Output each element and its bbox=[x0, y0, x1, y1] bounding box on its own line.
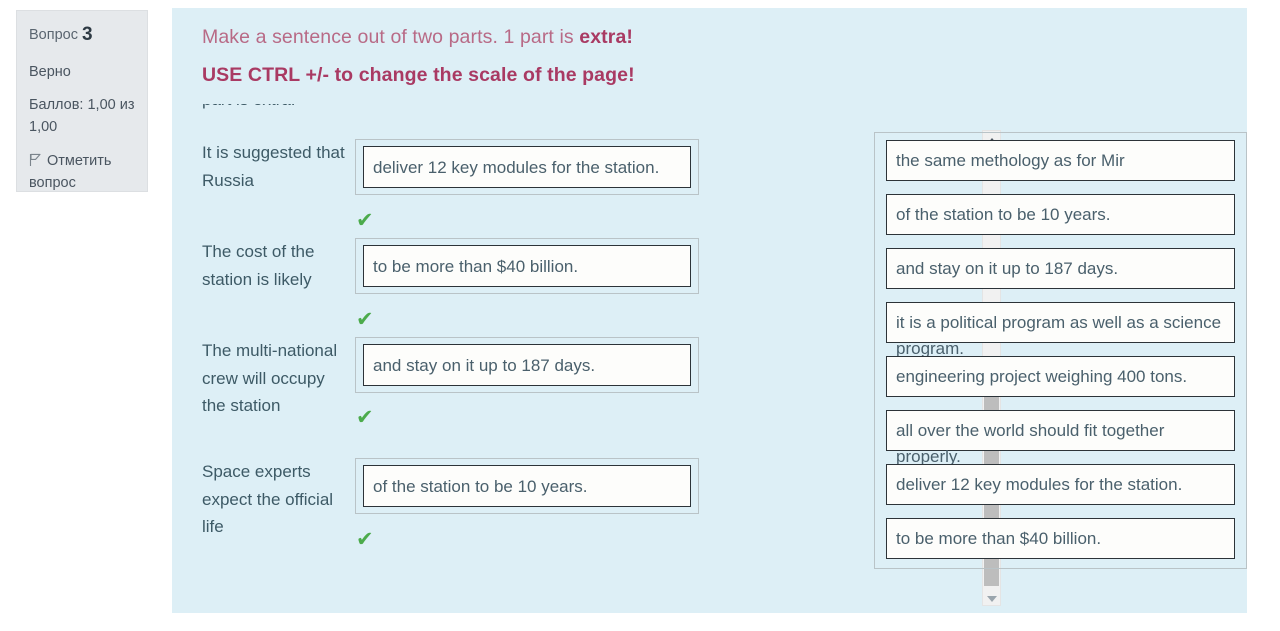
clipped-text-remnant: part is extra! bbox=[202, 104, 502, 126]
instruction-line-1: Make a sentence out of two parts. 1 part… bbox=[202, 26, 842, 49]
pair-stem: Space experts expect the official life bbox=[202, 462, 334, 537]
dropped-answer[interactable]: deliver 12 key modules for the station. bbox=[363, 146, 691, 188]
feedback-correct-icon: ✔ bbox=[356, 406, 374, 429]
instruction-emphasis: extra! bbox=[579, 26, 633, 48]
question-word: Вопрос bbox=[29, 27, 78, 43]
dropped-answer[interactable]: and stay on it up to 187 days. bbox=[363, 344, 691, 386]
instruction-line-2: USE CTRL +/- to change the scale of the … bbox=[202, 64, 635, 86]
question-number: 3 bbox=[81, 24, 93, 45]
draggable-answer[interactable]: it is a political program as well as a s… bbox=[886, 302, 1235, 358]
drop-zone[interactable]: of the station to be 10 years. bbox=[355, 458, 699, 514]
drop-zone[interactable]: to be more than $40 billion. bbox=[355, 238, 699, 294]
draggable-answer[interactable]: and stay on it up to 187 days. bbox=[886, 248, 1235, 289]
scrollbar-down-arrow[interactable] bbox=[983, 589, 1000, 605]
drop-zone[interactable]: deliver 12 key modules for the station. bbox=[355, 139, 699, 195]
draggable-answer[interactable]: the same methology as for Mir bbox=[886, 140, 1235, 181]
question-content-panel: Make a sentence out of two parts. 1 part… bbox=[172, 8, 1247, 613]
feedback-correct-icon: ✔ bbox=[356, 209, 374, 232]
instruction-line-1-text: Make a sentence out of two parts. 1 part… bbox=[202, 26, 580, 48]
question-state: Верно bbox=[29, 63, 71, 80]
answer-bank: the same methology as for Mir of the sta… bbox=[874, 132, 1247, 569]
dropped-answer[interactable]: to be more than $40 billion. bbox=[363, 245, 691, 287]
flag-icon bbox=[29, 153, 42, 167]
question-marks: Баллов: 1,00 из 1,00 bbox=[29, 96, 135, 135]
drop-zone[interactable]: and stay on it up to 187 days. bbox=[355, 337, 699, 393]
pair-stem: It is suggested that Russia bbox=[202, 143, 345, 190]
draggable-answer[interactable]: deliver 12 key modules for the station. bbox=[886, 464, 1235, 505]
draggable-answer[interactable]: of the station to be 10 years. bbox=[886, 194, 1235, 235]
draggable-answer[interactable]: all over the world should fit together p… bbox=[886, 410, 1235, 466]
feedback-correct-icon: ✔ bbox=[356, 528, 374, 551]
pair-stem: The cost of the station is likely bbox=[202, 242, 315, 289]
flag-question-button[interactable]: Отметить вопрос bbox=[29, 151, 135, 195]
clipped-text: part is extra! bbox=[202, 104, 296, 110]
dropped-answer[interactable]: of the station to be 10 years. bbox=[363, 465, 691, 507]
draggable-answer[interactable]: to be more than $40 billion. bbox=[886, 518, 1235, 559]
draggable-answer[interactable]: engineering project weighing 400 tons. bbox=[886, 356, 1235, 397]
question-number-line: Вопрос 3 bbox=[29, 21, 135, 50]
instructions: Make a sentence out of two parts. 1 part… bbox=[202, 26, 842, 87]
chevron-down-icon bbox=[986, 596, 997, 602]
pair-stem: The multi-national crew will occupy the … bbox=[202, 341, 338, 416]
question-info-panel: Вопрос 3 Верно Баллов: 1,00 из 1,00 Отмет… bbox=[16, 10, 148, 192]
feedback-correct-icon: ✔ bbox=[356, 308, 374, 331]
